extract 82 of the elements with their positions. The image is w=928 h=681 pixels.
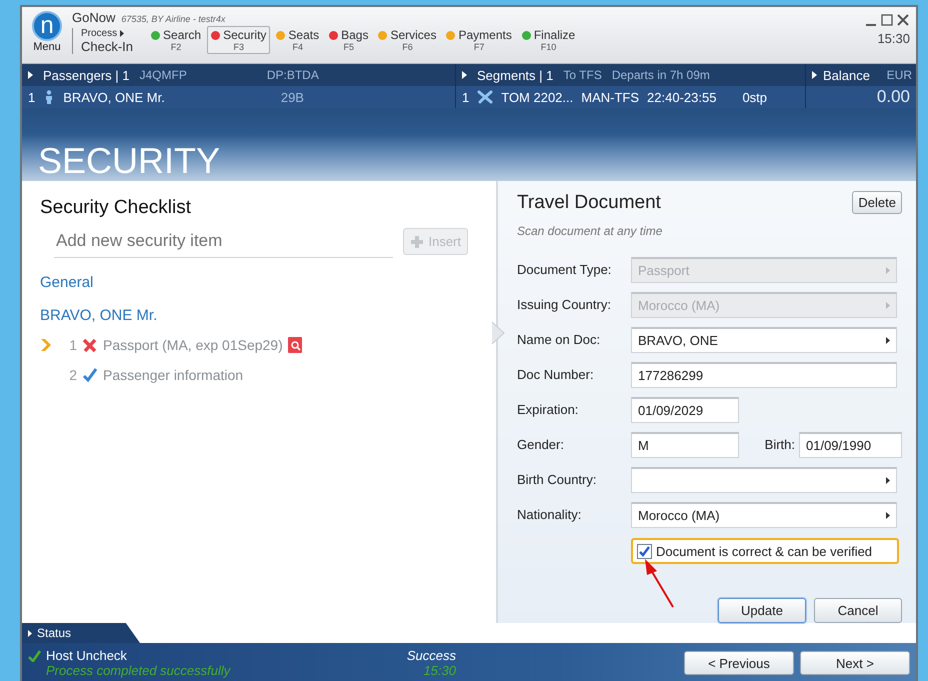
checkmark-icon	[638, 544, 651, 558]
caret-icon	[886, 336, 890, 344]
seat-number: 29B	[280, 90, 304, 104]
delete-button[interactable]: Delete	[852, 191, 902, 214]
segments-heading[interactable]: Segments | 1	[477, 68, 554, 82]
group-heading[interactable]: General	[40, 274, 478, 291]
status-tab[interactable]: Status	[22, 623, 140, 643]
field-label: Birth Country:	[517, 472, 598, 487]
field-label: Expiration:	[517, 402, 580, 417]
caret-icon	[886, 476, 890, 484]
step-tab[interactable]: Seats F4	[272, 26, 324, 54]
plane-icon	[477, 89, 494, 105]
close-icon[interactable]	[896, 13, 910, 27]
status-message: Host Uncheck	[46, 648, 127, 663]
passengers-heading[interactable]: Passengers | 1	[43, 68, 130, 82]
segment-destination: To TFS	[563, 68, 602, 82]
dropdown-field: Morocco (MA)	[631, 292, 897, 318]
step-tab[interactable]: Services F6	[374, 26, 440, 54]
clock-time: 15:30	[877, 31, 910, 46]
flight-times: 22:40-23:55	[647, 90, 716, 104]
dropdown-field[interactable]: BRAVO, ONE	[631, 326, 897, 352]
page-title: SECURITY	[37, 141, 222, 181]
dropdown-field[interactable]: Morocco (MA)	[631, 502, 897, 528]
maximize-icon[interactable]	[880, 13, 894, 27]
step-tab[interactable]: Payments F7	[442, 26, 516, 54]
step-tab[interactable]: Security F3	[207, 26, 270, 54]
field-label: Doc Number:	[517, 367, 595, 382]
field-label: Birth:	[764, 437, 795, 452]
field-label: Issuing Country:	[517, 297, 612, 312]
app-subtitle: 67535, BY Airline - testr4x	[121, 14, 226, 24]
chevron-icon	[40, 338, 52, 352]
caret-icon	[28, 630, 32, 636]
input-field[interactable]: 177286299	[631, 362, 897, 388]
dropdown-field: Passport	[631, 256, 897, 282]
input-field[interactable]: 01/09/1990	[799, 432, 902, 458]
panel-title: Travel Document	[517, 192, 661, 214]
caret-icon	[886, 302, 890, 308]
step-tab[interactable]: Finalize F10	[518, 26, 580, 54]
caret-icon	[886, 266, 890, 274]
balance-currency: EUR	[886, 68, 912, 82]
process-menu[interactable]: Process Check-In	[72, 28, 142, 54]
flight-stops: 0stp	[742, 90, 768, 104]
passenger-code: DP:BTDA	[266, 68, 319, 82]
caret-icon	[120, 30, 124, 37]
person-icon	[45, 90, 54, 104]
cancel-button[interactable]: Cancel	[814, 598, 902, 623]
dropdown-field[interactable]	[631, 466, 897, 492]
previous-button[interactable]: < Previous	[684, 651, 794, 675]
departure-countdown: Departs in 7h 09m	[612, 68, 710, 82]
flight-number[interactable]: TOM 2202...	[501, 90, 574, 104]
chevron-icon	[491, 321, 505, 345]
status-time: 15:30	[423, 663, 456, 678]
step-tab[interactable]: Bags F5	[325, 26, 372, 54]
next-button[interactable]: Next >	[800, 651, 910, 675]
field-label: Nationality:	[517, 507, 582, 522]
caret-icon	[28, 71, 33, 79]
group-heading[interactable]: BRAVO, ONE Mr.	[40, 307, 478, 324]
caret-icon	[812, 71, 817, 79]
flight-route: MAN-TFS	[581, 90, 640, 104]
field-label: Gender:	[517, 437, 565, 452]
caret-icon	[462, 71, 467, 79]
balance-amount: 0.00	[876, 87, 910, 107]
passenger-name[interactable]: BRAVO, ONE Mr.	[63, 90, 165, 104]
passenger-number: 1	[28, 90, 36, 104]
hint-text: Scan document at any time	[517, 224, 664, 238]
input-field[interactable]: 01/09/2029	[631, 396, 739, 422]
booking-record: J4QMFP	[139, 68, 187, 82]
field-label: Document Type:	[517, 262, 612, 277]
input-field[interactable]: M	[631, 432, 739, 458]
plus-icon	[410, 234, 424, 248]
panel-title: Security Checklist	[40, 197, 192, 219]
update-button[interactable]: Update	[718, 598, 806, 623]
caret-icon	[886, 512, 890, 518]
step-tab[interactable]: Search F2	[147, 26, 206, 54]
check-icon	[28, 650, 41, 662]
status-result: Success	[406, 648, 456, 663]
balance-heading[interactable]: Balance	[823, 68, 870, 82]
verify-checkbox[interactable]: Document is correct & can be verified	[631, 538, 899, 564]
new-item-field[interactable]: Add new security item	[54, 225, 394, 258]
field-label: Name on Doc:	[517, 332, 602, 347]
segment-number: 1	[462, 90, 470, 104]
app-title: GoNow	[72, 10, 116, 25]
